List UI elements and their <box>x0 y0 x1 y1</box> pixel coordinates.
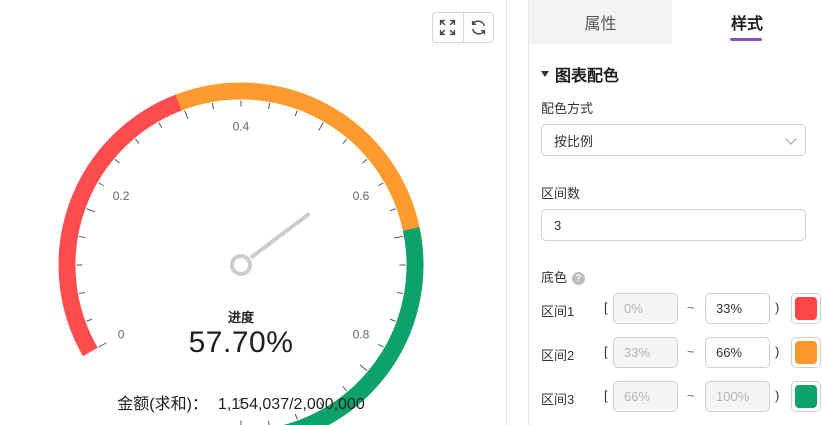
range-color-picker[interactable] <box>791 293 821 324</box>
help-icon[interactable]: ? <box>572 271 586 285</box>
gauge-value: 57.70% <box>188 326 294 359</box>
range-row-1: 区间1 [ 0% ~ 33% ) <box>541 293 822 325</box>
range-from-input[interactable]: 0% <box>613 293 678 324</box>
gauge-minor-tick <box>268 421 270 425</box>
gauge-minor-tick <box>158 122 163 128</box>
gauge-minor-tick <box>389 208 396 212</box>
tab-style-label: 样式 <box>730 16 763 33</box>
gauge-pointer <box>250 212 311 259</box>
fullscreen-icon <box>440 19 456 36</box>
range-color-picker[interactable] <box>791 381 821 412</box>
gauge-minor-tick <box>378 182 384 187</box>
gauge-major-tick <box>318 122 324 131</box>
color-mode-value: 按比例 <box>554 133 594 149</box>
chart-toolbar <box>432 12 494 43</box>
gauge-tick-label: 0.2 <box>113 189 130 203</box>
caret-down-icon <box>541 71 549 77</box>
gauge-minor-tick <box>294 413 298 420</box>
refresh-button[interactable] <box>462 13 493 42</box>
gauge-tick-label: 0.8 <box>353 327 370 341</box>
gauge-minor-tick <box>397 292 404 295</box>
amount-summary: 金额(求和)： 1,154,037/2,000,000 <box>60 390 422 414</box>
gauge-minor-tick <box>362 158 368 164</box>
range-label: 区间2 <box>541 348 575 363</box>
range-label: 区间3 <box>541 392 575 407</box>
gauge-minor-tick <box>342 138 348 144</box>
chart-panel: 0 0.2 0.4 0.6 0.8 1 进度 57.70% 金额(求和)： 1,154,03… <box>0 0 506 425</box>
gauge-chart: 00.20.40.60.81 <box>58 82 424 425</box>
panel-tabs: 属性 样式 <box>529 0 822 44</box>
config-panel: 属性 样式 图表配色 配色方式 按比例 区间数 底色? 区间1 [ 0% ~ 3… <box>529 0 822 425</box>
gauge-metric-name: 进度 <box>227 310 254 325</box>
gauge-minor-tick <box>86 318 93 322</box>
range-open-bracket: [ <box>604 388 608 403</box>
gauge-tick-label: 0 <box>118 327 125 341</box>
gauge-tick-label: 0.6 <box>353 189 370 203</box>
gauge-minor-tick <box>268 102 271 109</box>
gauge-band-1 <box>58 94 182 357</box>
range-open-bracket: [ <box>604 300 608 315</box>
range-from-input[interactable]: 33% <box>613 337 678 368</box>
color-swatch <box>795 341 817 364</box>
gauge-major-tick <box>184 110 189 120</box>
gauge-minor-tick <box>378 343 384 348</box>
gauge-major-tick <box>86 208 96 213</box>
fullscreen-button[interactable] <box>433 13 463 42</box>
section-title: 图表配色 <box>555 68 620 85</box>
amount-label: 金额(求和)： <box>117 396 208 413</box>
gauge-minor-tick <box>78 292 85 295</box>
range-separator: ~ <box>687 344 695 359</box>
chevron-down-icon <box>785 133 797 145</box>
base-color-label-row: 底色? <box>541 267 586 286</box>
gauge-minor-tick <box>114 158 120 164</box>
range-to-input[interactable]: 66% <box>705 337 770 368</box>
range-row-2: 区间2 [ 33% ~ 66% ) <box>541 337 822 369</box>
gauge-tick-label: 0.4 <box>233 120 250 134</box>
gauge-major-tick <box>98 342 107 348</box>
range-separator: ~ <box>687 300 695 315</box>
range-separator: ~ <box>687 388 695 403</box>
interval-count-label: 区间数 <box>541 186 581 201</box>
range-to-input[interactable]: 33% <box>705 293 770 324</box>
range-color-picker[interactable] <box>791 337 821 368</box>
gauge-band-2 <box>175 82 420 231</box>
range-label: 区间1 <box>541 304 575 319</box>
range-row-3: 区间3 [ 66% ~ 100% ) <box>541 381 822 413</box>
panel-divider <box>506 0 507 425</box>
amount-value: 1,154,037/2,000,000 <box>217 396 365 413</box>
gauge-minor-tick <box>78 235 85 238</box>
interval-count-input[interactable] <box>541 209 806 241</box>
range-to-input[interactable]: 100% <box>705 381 770 412</box>
range-from-input[interactable]: 66% <box>613 381 678 412</box>
gauge-major-tick <box>359 364 368 372</box>
tab-properties[interactable]: 属性 <box>529 0 672 44</box>
color-swatch <box>795 297 817 320</box>
range-open-bracket: [ <box>604 344 608 359</box>
gauge-minor-tick <box>211 102 214 109</box>
section-chart-colors[interactable]: 图表配色 <box>541 62 619 86</box>
gauge-pointer-hub <box>230 254 252 276</box>
base-color-label: 底色 <box>541 270 568 285</box>
range-close-paren: ) <box>775 300 780 315</box>
tab-properties-label: 属性 <box>584 16 617 33</box>
active-tab-indicator <box>730 38 762 41</box>
gauge-minor-tick <box>389 318 396 322</box>
tab-style[interactable]: 样式 <box>672 0 822 44</box>
color-swatch <box>795 385 817 408</box>
gauge-minor-tick <box>294 110 298 117</box>
range-close-paren: ) <box>775 388 780 403</box>
range-close-paren: ) <box>775 344 780 359</box>
gauge-minor-tick <box>98 182 104 187</box>
color-mode-select[interactable]: 按比例 <box>541 124 806 156</box>
refresh-icon <box>471 20 486 35</box>
color-mode-label: 配色方式 <box>541 101 594 116</box>
gauge-major-tick <box>394 235 404 239</box>
gauge-minor-tick <box>134 138 140 144</box>
